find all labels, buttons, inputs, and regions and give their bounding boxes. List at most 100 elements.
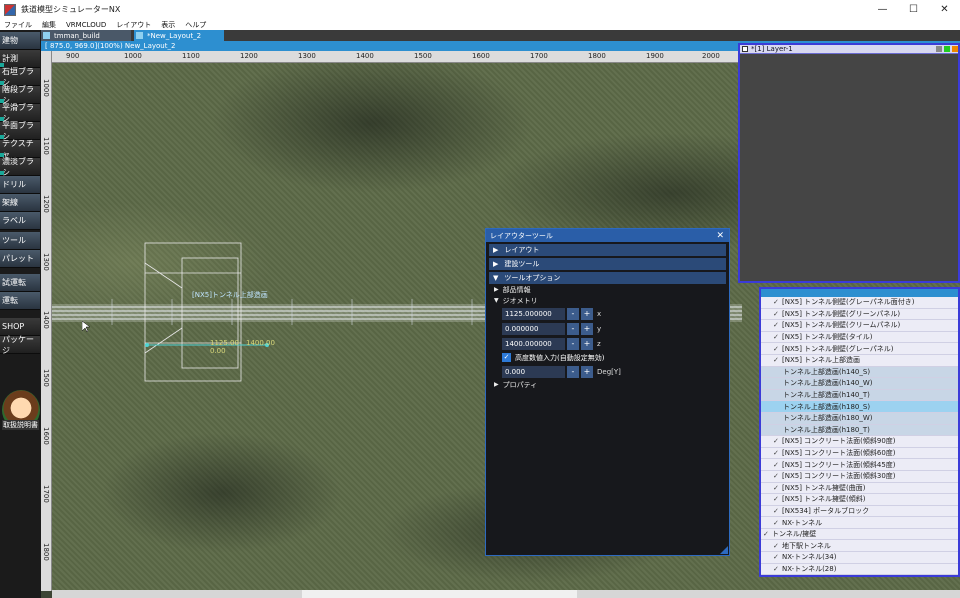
sidebar-building[interactable]: 建物 (0, 32, 40, 50)
sidebar-shade-brush[interactable]: 濃淡ブラシ (0, 157, 40, 177)
tree-check-icon: ✓ (773, 321, 779, 330)
menu-view[interactable]: 表示 (161, 20, 175, 30)
tree-item[interactable]: ✓ [NX5] コンクリート法面(傾斜45度) (761, 459, 958, 471)
tree-check-icon: ✓ (773, 518, 779, 527)
z-decrement-button[interactable]: - (567, 337, 579, 350)
tree-item[interactable]: ✓ [NX5] コンクリート法面(傾斜60度) (761, 447, 958, 460)
tree-item[interactable]: ✓ [NX534] ポータルブロック (761, 505, 958, 518)
angle-unit-label: Deg[Y] (597, 367, 621, 376)
sidebar-drill[interactable]: ドリル (0, 176, 40, 194)
maximize-button[interactable]: ☐ (898, 0, 929, 19)
x-increment-button[interactable]: + (581, 307, 593, 320)
tree-item[interactable]: ✓ [NX5] コンクリート法面(傾斜30度) (761, 470, 958, 483)
resize-grip-icon[interactable] (720, 546, 728, 554)
sidebar-tools[interactable]: ツール (0, 232, 40, 250)
y-increment-button[interactable]: + (581, 322, 593, 335)
tree-item-label: [NX5] トンネル側壁(タイル) (782, 333, 873, 342)
sidebar-operation[interactable]: 運転 (0, 292, 40, 310)
layer-row[interactable]: *[1] Layer-1 (740, 45, 958, 54)
minimize-button[interactable]: — (867, 0, 898, 19)
tree-item[interactable]: ✓ [NX5] トンネル側壁(グレーパネル) (761, 343, 958, 355)
tree-item-label: NX-トンネル (782, 518, 823, 527)
ruler-label: 1300 (298, 52, 316, 60)
menu-vrmcloud[interactable]: VRMCLOUD (66, 21, 106, 29)
layer-panel: *[1] Layer-1 (738, 43, 960, 283)
tree-item[interactable]: ✓ [NX5] トンネル擁壁(傾斜) (761, 494, 958, 506)
menu-layout[interactable]: レイアウト (116, 20, 151, 30)
sidebar-package[interactable]: パッケージ (0, 335, 40, 355)
tree-item[interactable]: ✓ [NX5] トンネル側壁(タイル) (761, 331, 958, 344)
track-label: [NX5]トンネル上部造画 (192, 291, 268, 299)
x-decrement-button[interactable]: - (567, 307, 579, 320)
tree-item[interactable]: ✓ [NX5] トンネル側壁(グリーンパネル) (761, 308, 958, 321)
menu-file[interactable]: ファイル (4, 20, 32, 30)
tree-item[interactable]: ✓ [NX5] コンクリート法面(傾斜90度) (761, 436, 958, 448)
tree-header (761, 289, 958, 297)
menu-edit[interactable]: 編集 (42, 20, 56, 30)
tab-new-layout-2[interactable]: *New_Layout_2 (134, 30, 224, 41)
section-layout[interactable]: ▶ レイアウト (489, 244, 726, 256)
tree-item[interactable]: ✓ NX-トンネル(28) (761, 563, 958, 575)
tree-item-label: トンネル上部造画(h140_T) (783, 391, 870, 400)
tree-item[interactable]: ✓ [NX5] トンネル擁壁(曲面) (761, 482, 958, 495)
sidebar-palette[interactable]: パレット (0, 250, 40, 268)
angle-decrement-button[interactable]: - (567, 365, 579, 378)
ruler-label: 1000 (42, 79, 50, 97)
ruler-top: 900 1000 1100 1200 1300 1400 1500 1600 1… (52, 51, 740, 63)
height-checkbox[interactable]: ✓ (502, 353, 511, 362)
close-icon[interactable]: ✕ (716, 231, 724, 241)
tree-item[interactable]: ✓ [NX5] トンネル上部造画 (761, 354, 958, 367)
tree-item[interactable]: トンネル上部造画(h180_S) (761, 401, 958, 413)
menu-help[interactable]: ヘルプ (185, 20, 206, 30)
section-tool-options[interactable]: ▼ ツールオプション (489, 272, 726, 284)
mouse-cursor-icon (82, 321, 90, 333)
layer-lock-icon[interactable] (936, 46, 942, 52)
z-increment-button[interactable]: + (581, 337, 593, 350)
tree-item[interactable]: トンネル上部造画(h140_S) (761, 366, 958, 379)
tree-item[interactable]: トンネル上部造画(h180_W) (761, 412, 958, 425)
geometry-label: ジオメトリ (502, 296, 538, 305)
tree-item[interactable]: トンネル上部造画(h140_W) (761, 378, 958, 390)
sidebar-label: 運転 (2, 296, 18, 305)
y-decrement-button[interactable]: - (567, 322, 579, 335)
layer-visibility-checkbox[interactable] (742, 46, 748, 52)
tree-check-icon: ✓ (773, 333, 779, 342)
section-build-tools[interactable]: ▶ 建設ツール (489, 258, 726, 270)
sidebar-catenary[interactable]: 架線 (0, 194, 40, 212)
caret-right-icon: ▶ (493, 260, 499, 268)
angle-increment-button[interactable]: + (581, 365, 593, 378)
x-field[interactable]: 1125.000000 (502, 307, 565, 320)
layer-edit-icon[interactable] (952, 46, 958, 52)
geometry-item[interactable]: ▼ ジオメトリ (494, 295, 729, 306)
y-field[interactable]: 0.000000 (502, 322, 565, 335)
tree-item[interactable]: ✓ NX-トンネル(34) (761, 552, 958, 564)
z-field[interactable]: 1400.000000 (502, 337, 565, 350)
sidebar-test-run[interactable]: 試運転 (0, 274, 40, 292)
layer-visible-icon[interactable] (944, 46, 950, 52)
close-button[interactable]: ✕ (929, 0, 960, 19)
angle-field[interactable]: 0.000 (502, 365, 565, 378)
scrollbar-thumb[interactable] (302, 590, 577, 598)
tree-item[interactable]: ✓ [NX5] トンネル側壁(クリームパネル) (761, 320, 958, 332)
horizontal-scrollbar[interactable] (52, 590, 960, 598)
ruler-label: 900 (66, 52, 80, 60)
height-input-toggle[interactable]: ✓ 高度数値入力(自動設定無効) (502, 351, 729, 364)
axis-label-z: z (597, 339, 601, 348)
tree-item[interactable]: ✓ 地下駅トンネル (761, 540, 958, 553)
tree-item[interactable]: ✓ [NX5] トンネル側壁(グレーパネル面付き) (761, 297, 958, 309)
sidebar-label-tool[interactable]: ラベル (0, 212, 40, 230)
sidebar-label: ラベル (2, 216, 26, 225)
tree-item[interactable]: トンネル上部造画(h180_T) (761, 424, 958, 437)
tree-item[interactable]: ✓ NX-トンネル (761, 517, 958, 529)
tab-tmman-build[interactable]: tmman_build (41, 30, 131, 41)
coord-row-y: 0.000000 - + y (502, 321, 729, 336)
tree-item[interactable]: トンネル上部造画(h140_T) (761, 389, 958, 402)
parts-info-item[interactable]: ▶ 部品情報 (494, 284, 729, 295)
tree-check-icon: ✓ (773, 460, 779, 469)
tree-item-label: [NX5] トンネル側壁(グリーンパネル) (782, 309, 901, 318)
tree-check-icon: ✓ (773, 472, 779, 481)
tree-item[interactable]: ✓ トンネル/擁壁 (761, 528, 958, 541)
property-item[interactable]: ▶ プロパティ (494, 379, 729, 390)
ruler-label: 1500 (414, 52, 432, 60)
window-title: 鉄道模型シミュレーターNX (21, 5, 121, 14)
